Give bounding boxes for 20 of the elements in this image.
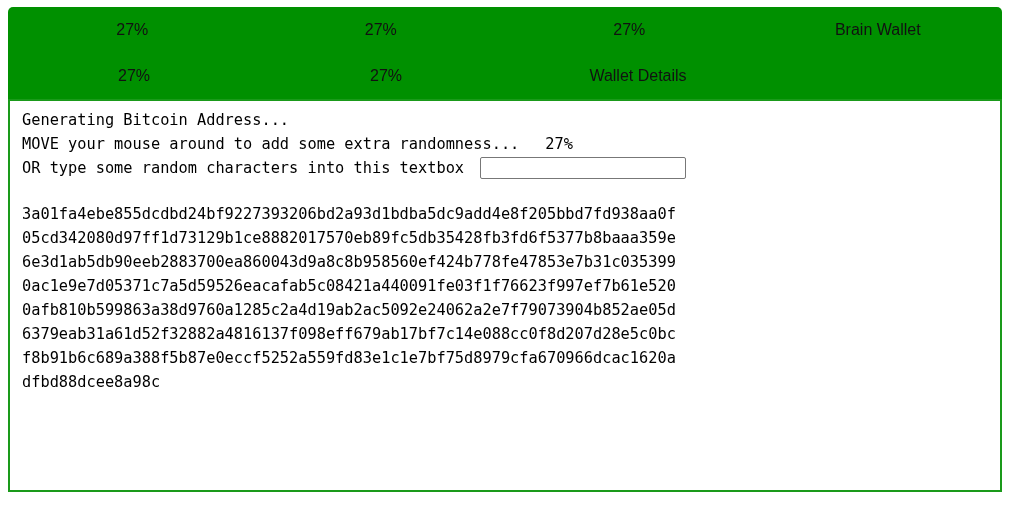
entropy-hex-line: 6e3d1ab5db90eeb2883700ea860043d9a8c8b958560ef424b778fe47853e7b31c035399 bbox=[22, 252, 676, 273]
type-prompt: OR type some random characters into this textbox bbox=[22, 158, 465, 179]
tab[interactable]: 27% bbox=[260, 63, 512, 89]
tab[interactable]: 27% bbox=[8, 17, 257, 43]
entropy-hex-line: 6379eab31a61d52f32882a4816137f098eff679ab17bf7c14e088cc0f8d207d28e5c0bc bbox=[22, 324, 676, 345]
random-textbox[interactable] bbox=[480, 157, 687, 179]
entropy-hex-line: 0afb810b599863a38d9760a1285c2a4d19ab2ac5092e24062a2e7f79073904b852ae05d bbox=[22, 300, 676, 321]
tab[interactable]: Brain Wallet bbox=[753, 17, 1002, 43]
tab[interactable]: 27% bbox=[8, 63, 260, 89]
entropy-hex-line: 3a01fa4ebe855dcdbd24bf9227393206bd2a93d1bdba5dc9add4e8f205bbd7fd938aa0f bbox=[22, 204, 676, 225]
entropy-hex-line: f8b91b6c689a388f5b87e0eccf5252a559fd83e1c1e7bf75d8979cfa670966dcac1620a bbox=[22, 348, 676, 369]
mouse-prompt: MOVE your mouse around to add some extra randomness... bbox=[22, 134, 520, 155]
tab[interactable]: 27% bbox=[256, 17, 505, 43]
status-heading: Generating Bitcoin Address... bbox=[22, 110, 290, 131]
tab[interactable]: 27% bbox=[505, 17, 754, 43]
entropy-hex-line: 0ac1e9e7d05371c7a5d59526eacafab5c08421a440091fe03f1f76623f997ef7b61e520 bbox=[22, 276, 676, 297]
entropy-hex-line: dfbd88dcee8a98c bbox=[22, 372, 161, 393]
tab[interactable]: Wallet Details bbox=[512, 63, 764, 89]
entropy-hex-line: 05cd342080d97ff1d73129b1ce8882017570eb89fc5db35428fb3fd6f5377b8baaa359e bbox=[22, 228, 676, 249]
progress-percent: 27% bbox=[545, 134, 573, 155]
